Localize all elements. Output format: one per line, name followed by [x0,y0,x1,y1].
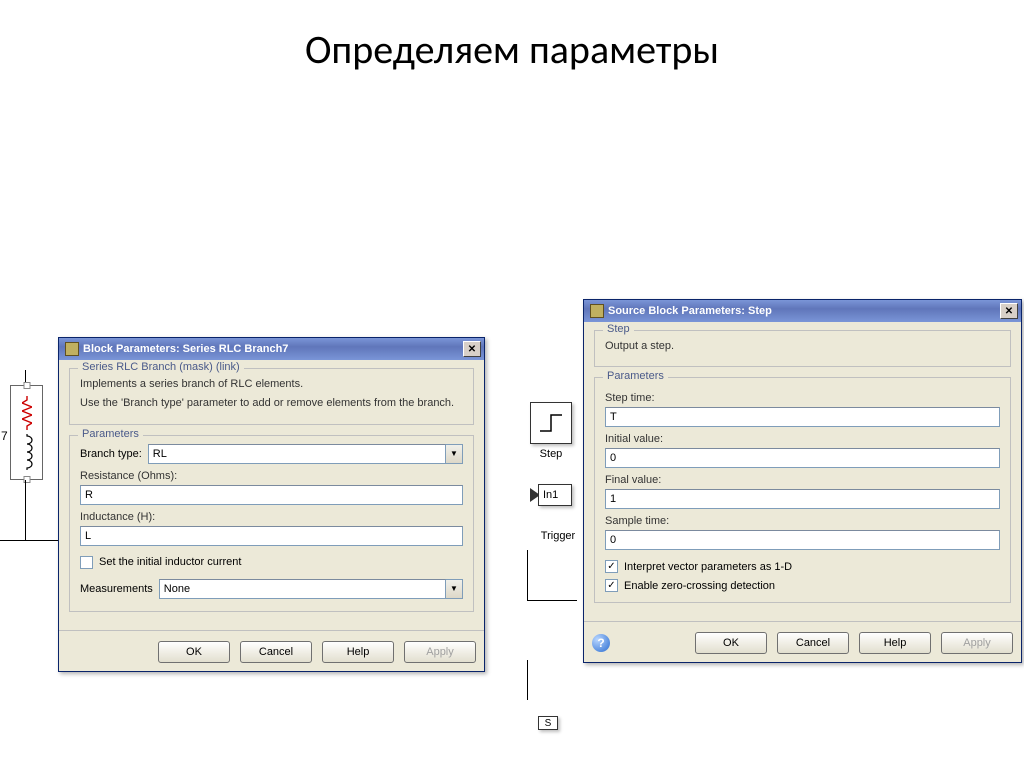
step-block[interactable] [530,402,572,444]
step-legend: Step [603,323,634,335]
measurements-label: Measurements [80,583,153,595]
rlc-dialog-title: Block Parameters: Series RLC Branch7 [83,343,463,355]
wire [527,550,528,600]
initial-value-input[interactable] [605,448,1000,468]
cancel-button[interactable]: Cancel [777,632,849,654]
final-value-label: Final value: [605,474,1000,486]
slide-title: Определяем параметры [0,0,1024,74]
step-button-bar: ? OK Cancel Help Apply [584,621,1021,662]
step-dialog: Source Block Parameters: Step ✕ Step Out… [583,299,1022,663]
chevron-down-icon[interactable]: ▼ [446,444,463,464]
wire [0,540,58,541]
interp-checkbox[interactable]: ✓ [605,560,618,573]
resistance-label: Resistance (Ohms): [80,470,463,482]
resistor-icon [22,396,32,430]
step-time-input[interactable] [605,407,1000,427]
init-current-label: Set the initial inductor current [99,556,241,568]
wire [527,600,577,601]
inductance-input[interactable] [80,526,463,546]
wire [527,660,528,700]
chevron-down-icon[interactable]: ▼ [446,579,463,599]
rlc-mask-fieldset: Series RLC Branch (mask) (link) Implemen… [69,368,474,425]
step-icon [537,409,565,437]
init-current-checkbox[interactable] [80,556,93,569]
step-time-label: Step time: [605,392,1000,404]
close-icon[interactable]: ✕ [463,341,481,357]
cancel-button[interactable]: Cancel [240,641,312,663]
resistance-input[interactable] [80,485,463,505]
step-dialog-titlebar[interactable]: Source Block Parameters: Step ✕ [584,300,1021,322]
app-icon [65,342,79,356]
measurements-select[interactable] [159,579,446,599]
trigger-label: Trigger [528,530,588,542]
sample-time-label: Sample time: [605,515,1000,527]
close-icon[interactable]: ✕ [1000,303,1018,319]
ok-button[interactable]: OK [695,632,767,654]
help-button[interactable]: Help [322,641,394,663]
zerocross-label: Enable zero-crossing detection [624,580,775,592]
rlc-branch-block[interactable] [10,385,43,480]
rlc-desc1: Implements a series branch of RLC elemen… [80,377,463,392]
initial-value-label: Initial value: [605,433,1000,445]
step-params-fieldset: Parameters Step time: Initial value: Fin… [594,377,1011,603]
label-7: 7 [1,429,8,443]
zerocross-checkbox[interactable]: ✓ [605,579,618,592]
inductor-icon [20,434,34,470]
wire [25,480,26,540]
help-icon[interactable]: ? [592,634,610,652]
apply-button[interactable]: Apply [404,641,476,663]
rlc-mask-legend: Series RLC Branch (mask) (link) [78,361,244,373]
in1-block[interactable]: In1 [538,484,572,506]
s-block[interactable]: S [538,716,558,730]
step-params-legend: Parameters [603,370,668,382]
branch-type-select[interactable] [148,444,446,464]
rlc-desc2: Use the 'Branch type' parameter to add o… [80,396,463,411]
app-icon [590,304,604,318]
rlc-dialog: Block Parameters: Series RLC Branch7 ✕ S… [58,337,485,672]
branch-type-label: Branch type: [80,448,142,460]
rlc-params-legend: Parameters [78,428,143,440]
step-desc: Output a step. [605,339,1000,354]
ok-button[interactable]: OK [158,641,230,663]
help-button[interactable]: Help [859,632,931,654]
sample-time-input[interactable] [605,530,1000,550]
inductance-label: Inductance (H): [80,511,463,523]
interp-label: Interpret vector parameters as 1-D [624,561,792,573]
step-dialog-title: Source Block Parameters: Step [608,305,1000,317]
apply-button[interactable]: Apply [941,632,1013,654]
rlc-params-fieldset: Parameters Branch type: ▼ Resistance (Oh… [69,435,474,612]
step-block-label: Step [528,448,574,460]
rlc-dialog-titlebar[interactable]: Block Parameters: Series RLC Branch7 ✕ [59,338,484,360]
rlc-button-bar: OK Cancel Help Apply [59,630,484,671]
final-value-input[interactable] [605,489,1000,509]
step-fieldset: Step Output a step. [594,330,1011,367]
